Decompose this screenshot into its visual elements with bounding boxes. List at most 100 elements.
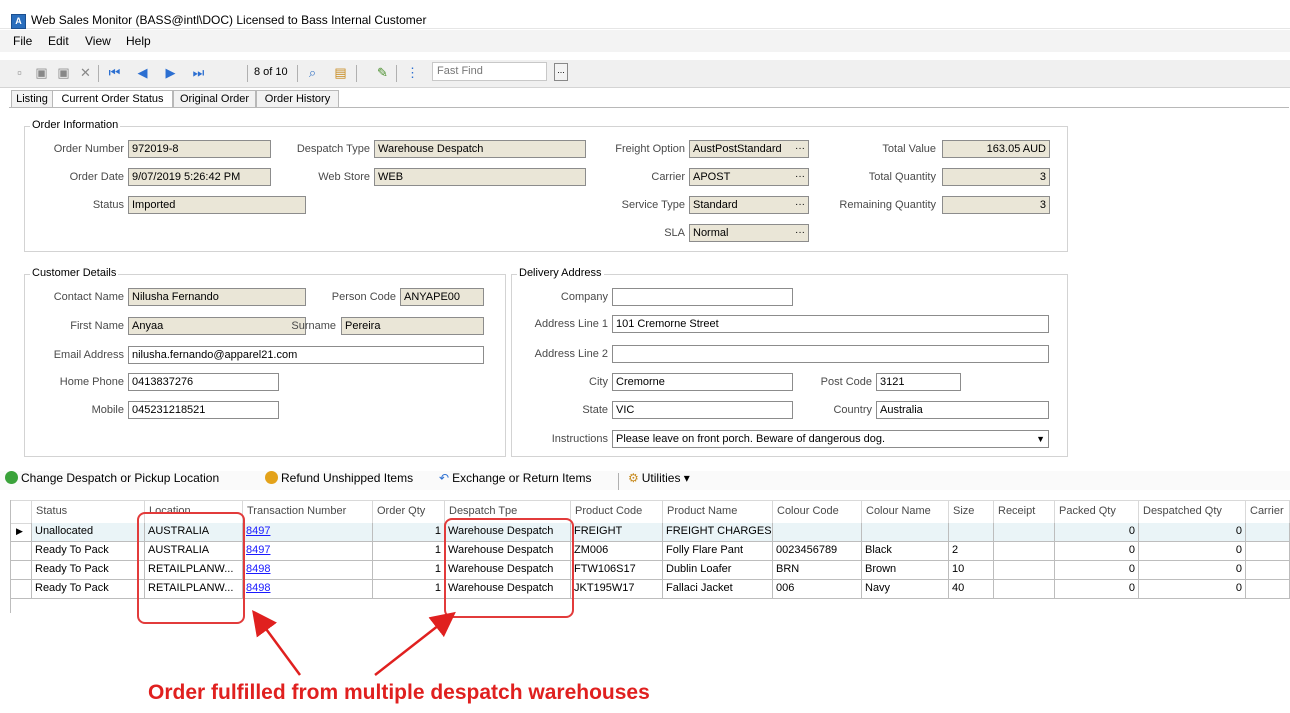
- chevron-down-icon[interactable]: ▼: [1036, 431, 1045, 447]
- freight-option-field[interactable]: AustPostStandard ···: [689, 140, 809, 158]
- table-cell[interactable]: 10: [949, 561, 994, 579]
- search-icon[interactable]: ⌕: [304, 65, 321, 81]
- table-cell[interactable]: 0: [1055, 580, 1139, 598]
- column-header[interactable]: Carrier: [1246, 501, 1290, 523]
- table-cell[interactable]: Brown: [862, 561, 949, 579]
- first-record-icon[interactable]: ⏮: [106, 65, 123, 81]
- state-field[interactable]: VIC: [612, 401, 793, 419]
- last-record-icon[interactable]: ⏭: [190, 65, 207, 81]
- menu-help[interactable]: Help: [126, 34, 151, 48]
- table-cell[interactable]: FREIGHT CHARGES: [663, 523, 773, 541]
- delete-icon[interactable]: ✕: [77, 65, 94, 81]
- table-cell[interactable]: Fallaci Jacket: [663, 580, 773, 598]
- table-cell[interactable]: FTW106S17: [571, 561, 663, 579]
- table-cell[interactable]: [1246, 542, 1290, 560]
- table-cell[interactable]: 0: [1139, 542, 1246, 560]
- table-cell[interactable]: Ready To Pack: [32, 542, 145, 560]
- table-cell[interactable]: [994, 523, 1055, 541]
- home-phone-field[interactable]: 0413837276: [128, 373, 279, 391]
- ellipsis-icon[interactable]: ···: [795, 169, 805, 185]
- table-cell[interactable]: [1246, 561, 1290, 579]
- clear-icon[interactable]: ✎: [374, 65, 391, 81]
- carrier-field[interactable]: APOST ···: [689, 168, 809, 186]
- mobile-field[interactable]: 045231218521: [128, 401, 279, 419]
- menu-view[interactable]: View: [85, 34, 111, 48]
- fast-find-button[interactable]: ...: [554, 63, 568, 81]
- next-record-icon[interactable]: ▶: [162, 65, 179, 81]
- company-field[interactable]: [612, 288, 793, 306]
- table-cell[interactable]: Ready To Pack: [32, 580, 145, 598]
- table-cell[interactable]: 0: [1139, 523, 1246, 541]
- tab-listing[interactable]: Listing: [11, 90, 53, 107]
- save-all-icon[interactable]: ▣: [55, 65, 72, 81]
- despatch-type-field[interactable]: Warehouse Despatch: [374, 140, 586, 158]
- country-field[interactable]: Australia: [876, 401, 1049, 419]
- tree-view-icon[interactable]: ⋮: [404, 65, 421, 81]
- table-cell[interactable]: 0: [1055, 523, 1139, 541]
- table-cell[interactable]: 2: [949, 542, 994, 560]
- utilities-menu[interactable]: ⚙ Utilities ▾: [628, 471, 690, 485]
- previous-record-icon[interactable]: ◀: [134, 65, 151, 81]
- address-line-1-field[interactable]: 101 Cremorne Street: [612, 315, 1049, 333]
- table-cell[interactable]: [1246, 580, 1290, 598]
- exchange-button[interactable]: ↶ Exchange or Return Items: [439, 471, 591, 485]
- tab-original-order[interactable]: Original Order: [173, 90, 256, 107]
- ellipsis-icon[interactable]: ···: [795, 141, 805, 157]
- change-despatch-button[interactable]: Change Despatch or Pickup Location: [5, 471, 219, 485]
- menu-edit[interactable]: Edit: [48, 34, 69, 48]
- column-header[interactable]: Order Qty: [373, 501, 445, 523]
- column-header[interactable]: Size: [949, 501, 994, 523]
- save-icon[interactable]: ▣: [33, 65, 50, 81]
- fast-find-input[interactable]: Fast Find: [432, 62, 547, 81]
- table-cell[interactable]: 0: [1139, 561, 1246, 579]
- total-value-field[interactable]: 163.05 AUD: [942, 140, 1050, 158]
- table-cell[interactable]: [773, 523, 862, 541]
- new-icon[interactable]: ▫: [11, 65, 28, 81]
- column-header[interactable]: Receipt: [994, 501, 1055, 523]
- table-cell[interactable]: [1246, 523, 1290, 541]
- table-cell[interactable]: [862, 523, 949, 541]
- table-cell[interactable]: [949, 523, 994, 541]
- sla-field[interactable]: Normal ···: [689, 224, 809, 242]
- transaction-link[interactable]: 8498: [243, 561, 373, 579]
- contact-name-field[interactable]: Nilusha Fernando: [128, 288, 306, 306]
- table-cell[interactable]: FREIGHT: [571, 523, 663, 541]
- tab-current-order-status[interactable]: Current Order Status: [52, 90, 173, 108]
- table-cell[interactable]: 1: [373, 542, 445, 560]
- table-cell[interactable]: Folly Flare Pant: [663, 542, 773, 560]
- ellipsis-icon[interactable]: ···: [795, 225, 805, 241]
- instructions-select[interactable]: Please leave on front porch. Beware of d…: [612, 430, 1049, 448]
- tab-order-history[interactable]: Order History: [256, 90, 339, 107]
- table-cell[interactable]: 006: [773, 580, 862, 598]
- web-store-field[interactable]: WEB: [374, 168, 586, 186]
- table-cell[interactable]: Unallocated: [32, 523, 145, 541]
- transaction-link[interactable]: 8498: [243, 580, 373, 598]
- table-cell[interactable]: JKT195W17: [571, 580, 663, 598]
- column-header[interactable]: Status: [32, 501, 145, 523]
- transaction-link[interactable]: 8497: [243, 523, 373, 541]
- table-cell[interactable]: [994, 580, 1055, 598]
- table-cell[interactable]: 0: [1055, 561, 1139, 579]
- table-cell[interactable]: [994, 542, 1055, 560]
- table-cell[interactable]: 1: [373, 561, 445, 579]
- table-cell[interactable]: 0: [1055, 542, 1139, 560]
- column-header[interactable]: Colour Name: [862, 501, 949, 523]
- column-header[interactable]: Product Name: [663, 501, 773, 523]
- post-code-field[interactable]: 3121: [876, 373, 961, 391]
- ellipsis-icon[interactable]: ···: [795, 197, 805, 213]
- table-cell[interactable]: Ready To Pack: [32, 561, 145, 579]
- order-date-field[interactable]: 9/07/2019 5:26:42 PM: [128, 168, 271, 186]
- refund-button[interactable]: Refund Unshipped Items: [265, 471, 413, 485]
- column-header[interactable]: Packed Qty: [1055, 501, 1139, 523]
- remaining-quantity-field[interactable]: 3: [942, 196, 1050, 214]
- order-number-field[interactable]: 972019-8: [128, 140, 271, 158]
- table-cell[interactable]: Black: [862, 542, 949, 560]
- table-cell[interactable]: [994, 561, 1055, 579]
- service-type-field[interactable]: Standard ···: [689, 196, 809, 214]
- person-code-field[interactable]: ANYAPE00: [400, 288, 484, 306]
- city-field[interactable]: Cremorne: [612, 373, 793, 391]
- address-line-2-field[interactable]: [612, 345, 1049, 363]
- filter-icon[interactable]: ▤: [332, 65, 349, 81]
- menu-file[interactable]: File: [13, 34, 32, 48]
- table-cell[interactable]: 1: [373, 523, 445, 541]
